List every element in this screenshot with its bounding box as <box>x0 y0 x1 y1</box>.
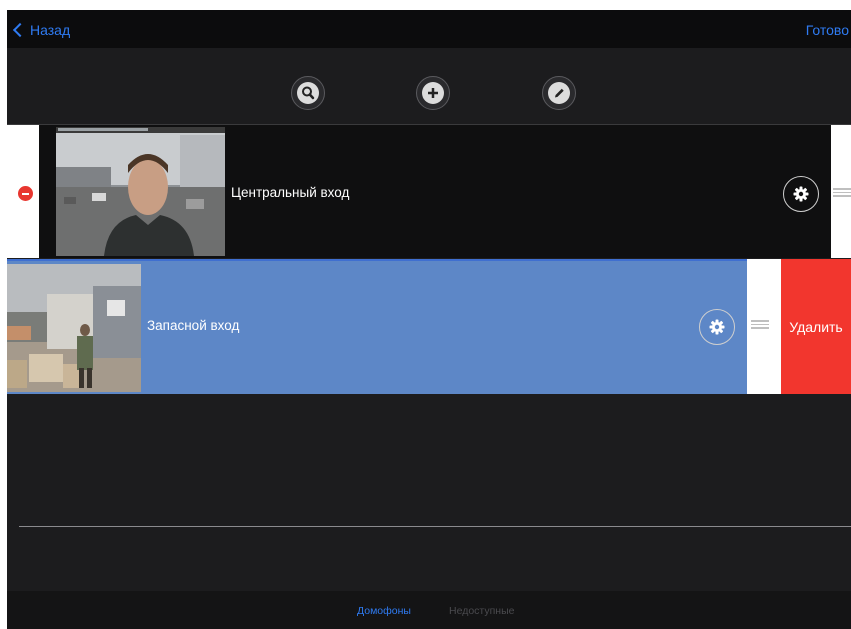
settings-button[interactable] <box>699 309 735 345</box>
back-label: Назад <box>30 22 71 38</box>
search-icon <box>297 82 319 104</box>
navigation-bar: Назад Готово <box>7 10 851 48</box>
list-item-cell: Центральный вход <box>39 125 831 258</box>
settings-button[interactable] <box>783 176 819 212</box>
pencil-icon <box>548 82 570 104</box>
camera-thumbnail <box>7 264 141 392</box>
done-button[interactable]: Готово <box>806 22 849 38</box>
list-item[interactable]: Запасной вход Удалить <box>7 259 851 394</box>
tab-bar: Домофоны Недоступные <box>7 591 851 629</box>
camera-thumbnail <box>56 127 225 256</box>
reorder-handle[interactable] <box>833 188 851 197</box>
back-button[interactable]: Назад <box>12 20 70 40</box>
reorder-handle[interactable] <box>751 320 769 329</box>
row-gap <box>747 259 781 394</box>
edit-button[interactable] <box>542 76 576 110</box>
search-button[interactable] <box>291 76 325 110</box>
list-item-label: Запасной вход <box>147 318 240 333</box>
divider <box>19 526 851 527</box>
tab-unavailable[interactable]: Недоступные <box>449 605 514 617</box>
gear-icon <box>709 319 725 335</box>
plus-icon <box>422 82 444 104</box>
app-window: Назад Готово Центральный вход Запасной в… <box>7 10 851 629</box>
add-button[interactable] <box>416 76 450 110</box>
chevron-left-icon <box>12 22 28 38</box>
list-item-label: Центральный вход <box>231 185 350 200</box>
toolbar <box>7 48 851 125</box>
list-item-cell-selected: Запасной вход <box>7 259 747 394</box>
delete-button[interactable]: Удалить <box>781 259 851 394</box>
remove-icon[interactable] <box>18 186 33 201</box>
list-item[interactable]: Центральный вход <box>7 125 851 258</box>
gear-icon <box>793 186 809 202</box>
tab-intercoms[interactable]: Домофоны <box>357 605 411 617</box>
